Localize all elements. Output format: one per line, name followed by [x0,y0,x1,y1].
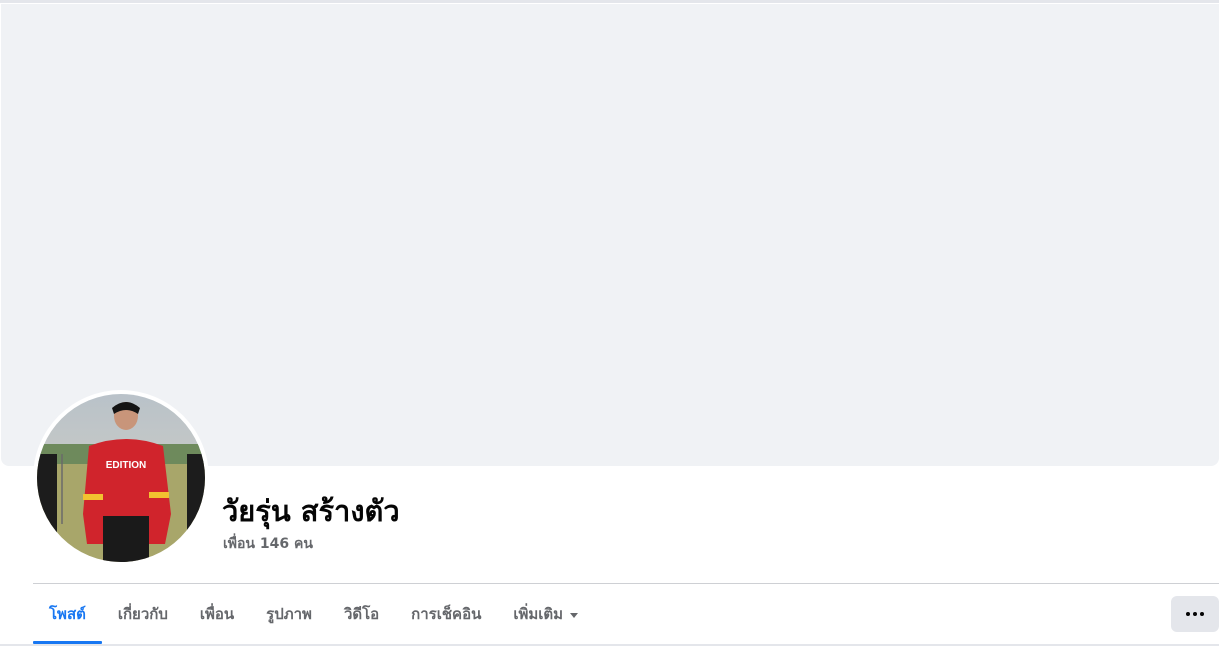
tab-label: การเช็คอิน [411,605,482,623]
profile-page: EDITION วัยรุ่น สร้างตัว เพื่อน 146 คน โ… [0,0,1219,646]
top-edge-divider [0,0,1219,3]
tab-more[interactable]: เพิ่มเติม [497,584,594,644]
tab-label: เพิ่มเติม [513,605,564,623]
tab-posts[interactable]: โพสต์ [33,584,102,644]
avatar-photo: EDITION [37,394,205,562]
profile-name: วัยรุ่น สร้างตัว [222,494,400,528]
tab-checkins[interactable]: การเช็คอิน [395,584,497,644]
avatar-shirt-text: EDITION [106,460,147,471]
profile-avatar[interactable]: EDITION [33,390,209,566]
tab-photos[interactable]: รูปภาพ [250,584,328,644]
tab-about[interactable]: เกี่ยวกับ [102,584,184,644]
friends-count[interactable]: เพื่อน 146 คน [223,533,313,555]
tab-label: โพสต์ [49,605,86,623]
tab-label: เกี่ยวกับ [117,605,168,623]
more-horizontal-icon [1186,612,1204,616]
tab-friends[interactable]: เพื่อน [184,584,250,644]
profile-tabs: โพสต์ เกี่ยวกับ เพื่อน รูปภาพ วิดีโอ การ… [33,584,594,644]
tab-videos[interactable]: วิดีโอ [328,584,395,644]
cover-photo[interactable] [1,4,1219,466]
caret-down-icon [570,612,579,618]
tab-label: วิดีโอ [343,605,380,623]
tab-label: เพื่อน [199,605,235,623]
tab-label: รูปภาพ [266,605,312,623]
more-options-button[interactable] [1171,596,1219,632]
